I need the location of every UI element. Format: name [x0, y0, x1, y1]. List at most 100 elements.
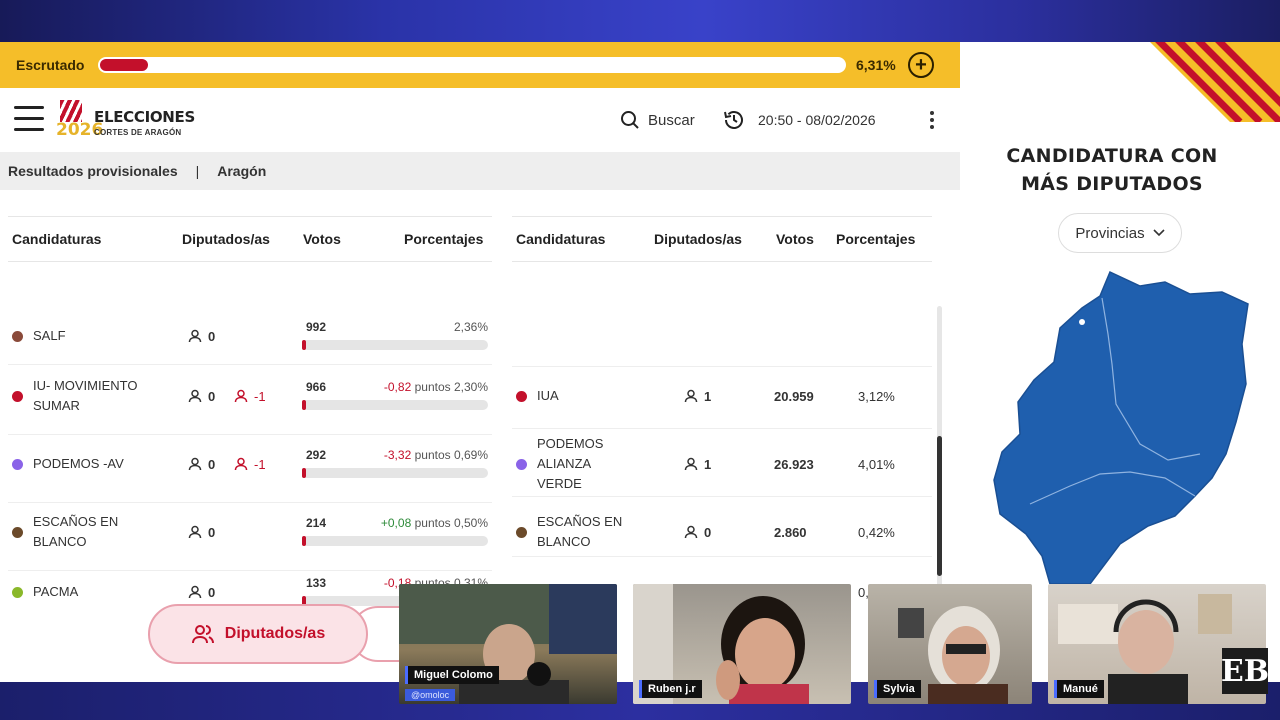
- history-icon: [724, 111, 743, 129]
- hamburger-icon[interactable]: [14, 106, 44, 134]
- person-icon: [684, 389, 698, 403]
- right-table-header: Candidaturas Diputados/as Votos Porcenta…: [512, 216, 932, 262]
- map-region: [993, 270, 1249, 584]
- people-icon: [191, 625, 214, 644]
- participant-handle: @omoloc: [405, 689, 456, 701]
- video-tile-1[interactable]: Miguel Colomo @omoloc: [399, 584, 617, 704]
- table-row[interactable]: PODEMOS -AV 0 -1 292 -3,32 puntos 0,69%: [12, 434, 492, 494]
- table-row[interactable]: IU- MOVIMIENTO SUMAR 0 -1 966 -0,82 puntos 2…: [12, 366, 492, 426]
- scrutiny-percent: 6,31%: [856, 57, 896, 73]
- votes: 2.860: [774, 524, 807, 540]
- table-row[interactable]: IUA 1 20.959 3,12%: [516, 366, 928, 426]
- search-icon: [621, 111, 639, 129]
- change-and-percent: +0,08 puntos 0,50%: [380, 516, 488, 530]
- table-row[interactable]: SALF 0 992 2,36%: [12, 306, 492, 366]
- participant-name: Sylvia: [874, 680, 921, 698]
- update-time[interactable]: 20:50 - 08/02/2026: [722, 108, 876, 132]
- person-icon: [188, 329, 202, 343]
- elections-logo[interactable]: 2026 ELECCIONES CORTES DE ARAGÓN: [56, 98, 195, 144]
- seats: 0: [188, 585, 215, 600]
- votes-bar: [302, 340, 488, 350]
- col-porcentajes: Porcentajes: [836, 231, 916, 247]
- party-name: ESCAÑOS EN BLANCO: [12, 512, 162, 552]
- seats: 0: [188, 329, 215, 344]
- party-name: ESCAÑOS EN BLANCO: [516, 512, 626, 552]
- person-icon: [684, 525, 698, 539]
- logo-stripes-icon: [60, 100, 82, 122]
- person-icon: [234, 389, 248, 403]
- party-name: IU- MOVIMIENTO SUMAR: [12, 376, 162, 416]
- change-and-percent: -3,32 puntos 0,69%: [383, 448, 488, 462]
- table-row[interactable]: ESCAÑOS EN BLANCO 0 2.860 0,42%: [516, 502, 928, 562]
- scrutiny-bar: Escrutado 6,31% +: [0, 42, 960, 88]
- party-color-dot: [516, 526, 527, 538]
- votes-bar: [302, 400, 488, 410]
- col-diputados: Diputados/as: [654, 231, 742, 247]
- votes-bar-fill: [302, 536, 306, 546]
- breadcrumb-separator: |: [195, 163, 200, 179]
- percent: 4,01%: [858, 456, 895, 472]
- seats: 0: [188, 525, 215, 540]
- seats: 0: [684, 525, 711, 540]
- breadcrumb-results[interactable]: Resultados provisionales: [8, 163, 178, 179]
- table-row[interactable]: ESCAÑOS EN BLANCO 0 214 +0,08 puntos 0,50%: [12, 502, 492, 562]
- party-name: SALF: [12, 326, 162, 346]
- breadcrumb-region[interactable]: Aragón: [217, 163, 266, 179]
- percent: 0,42%: [858, 524, 895, 540]
- scrollbar-thumb[interactable]: [937, 436, 942, 576]
- votes-bar-fill: [302, 400, 306, 410]
- table-row[interactable]: PODEMOS ALIANZA VERDE 1 26.923 4,01%: [516, 434, 928, 494]
- participant-name: Ruben j.r: [639, 680, 702, 698]
- video-tile-3[interactable]: Sylvia: [868, 584, 1032, 704]
- person-icon: [188, 525, 202, 539]
- plus-icon[interactable]: +: [908, 52, 934, 78]
- aragon-map[interactable]: [990, 264, 1250, 584]
- kebab-icon[interactable]: [924, 108, 940, 132]
- party-color-dot: [12, 526, 23, 538]
- party-color-dot: [12, 586, 23, 598]
- participant-avatar: [399, 584, 617, 704]
- seats: 1: [684, 457, 711, 472]
- votes-bar-fill: [302, 340, 306, 350]
- change-and-percent: -0,82 puntos 2,30%: [383, 380, 488, 394]
- left-table-header: Candidaturas Diputados/as Votos Porcenta…: [8, 216, 492, 262]
- col-candidaturas: Candidaturas: [516, 231, 606, 247]
- party-color-dot: [12, 330, 23, 342]
- tab-diputados-label: Diputados/as: [224, 625, 326, 642]
- party-name: PODEMOS ALIANZA VERDE: [516, 434, 626, 494]
- votes-bar-fill: [302, 468, 306, 478]
- votes: 20.959: [774, 388, 814, 404]
- party-color-dot: [516, 458, 527, 470]
- tab-diputados[interactable]: Diputados/as: [148, 604, 368, 664]
- province-dropdown[interactable]: Provincias: [1058, 213, 1182, 253]
- person-icon: [188, 457, 202, 471]
- table-scrollbar[interactable]: [937, 306, 942, 620]
- col-candidaturas: Candidaturas: [12, 231, 102, 247]
- col-diputados: Diputados/as: [182, 231, 270, 247]
- party-color-dot: [12, 390, 23, 402]
- person-icon: [188, 585, 202, 599]
- results-tables: Candidaturas Diputados/as Votos Porcenta…: [0, 190, 960, 620]
- participant-name: Miguel Colomo: [405, 666, 499, 684]
- search-button[interactable]: Buscar: [620, 110, 695, 130]
- seats: 1: [684, 389, 711, 404]
- party-color-dot: [12, 458, 23, 470]
- person-icon: [684, 457, 698, 471]
- participant-name: Manué: [1054, 680, 1104, 698]
- breadcrumb: Resultados provisionales | Aragón: [0, 152, 960, 190]
- channel-logo: EB: [1221, 648, 1269, 694]
- party-color-dot: [516, 390, 527, 402]
- person-icon: [234, 457, 248, 471]
- datetime-text: 20:50 - 08/02/2026: [758, 112, 876, 128]
- video-tile-2[interactable]: Ruben j.r: [633, 584, 851, 704]
- seats: 0: [188, 457, 215, 472]
- percent: 3,12%: [858, 388, 895, 404]
- logo-subtitle: CORTES DE ARAGÓN: [94, 128, 182, 137]
- search-label: Buscar: [648, 111, 695, 129]
- seats-delta: -1: [234, 457, 266, 472]
- party-name: PODEMOS -AV: [12, 454, 162, 474]
- votes: 26.923: [774, 456, 814, 472]
- party-name: IUA: [516, 386, 626, 406]
- app-header: 2026 ELECCIONES CORTES DE ARAGÓN Buscar …: [0, 88, 960, 152]
- seats: 0: [188, 389, 215, 404]
